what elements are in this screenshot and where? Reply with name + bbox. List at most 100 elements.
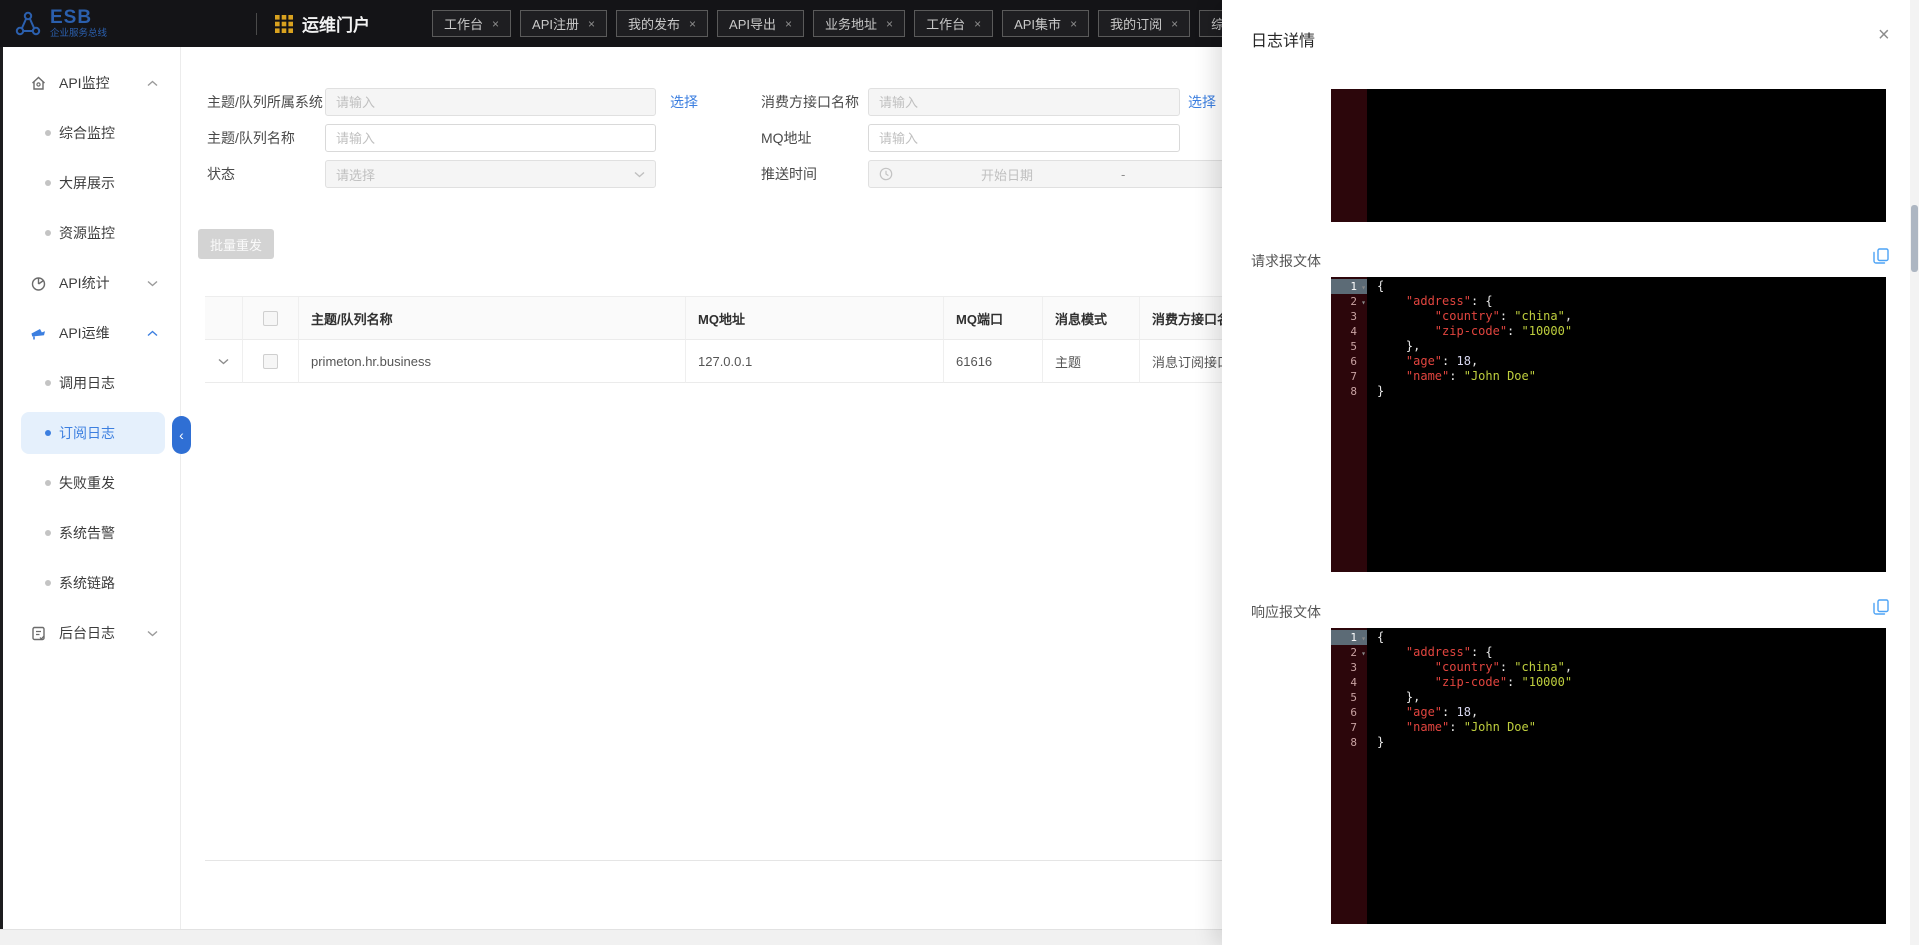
document-icon [30,625,47,642]
request-body-label: 请求报文体 [1251,251,1321,271]
portal-title: 运维门户 [302,11,370,36]
nav-tab-api-market[interactable]: API集市× [1002,10,1089,37]
bullet-icon [45,530,51,536]
filter-label-status: 状态 [207,160,235,188]
main-content: 主题/队列所属系统 选择 消费方接口名称 选择 主题/队列名称 MQ地址 状态 … [181,47,1222,929]
filter-label-topic-name: 主题/队列名称 [207,124,295,152]
nav-tab-api-register[interactable]: API注册× [520,10,607,37]
chevron-down-icon [634,171,645,178]
push-time-range-picker[interactable]: 开始日期 - [868,160,1228,188]
expand-column-header [205,297,243,340]
select-all-checkbox[interactable] [263,311,278,326]
consumer-api-select-link[interactable]: 选择 [1188,88,1216,116]
nav-tab-my-subscription[interactable]: 我的订阅× [1098,10,1190,37]
pie-chart-icon [30,275,47,292]
nav-tab-workbench-1[interactable]: 工作台× [432,10,511,37]
scrolled-editor-partial[interactable] [1331,89,1886,222]
nav-tab-business-address[interactable]: 业务地址× [813,10,905,37]
horizontal-scrollbar[interactable] [0,929,1222,945]
sidebar-item-system-link[interactable]: 系统链路 [3,558,180,608]
sidebar-item-big-screen[interactable]: 大屏展示 [3,158,180,208]
table-header-row: 主题/队列名称 MQ地址 MQ端口 消息模式 消费方接口名称 [205,296,1350,340]
subscription-log-table: 主题/队列名称 MQ地址 MQ端口 消息模式 消费方接口名称 primeton.… [205,296,1350,383]
chevron-down-icon [147,630,158,637]
ops-camera-icon [30,325,47,342]
request-body-editor[interactable]: 1▾{2▾ "address": {3 "country": "china",4… [1331,277,1886,572]
response-body-label: 响应报文体 [1251,602,1321,622]
grid-icon [275,15,293,33]
expand-chevron-icon[interactable] [218,358,229,365]
select-all-header-cell [243,297,299,340]
cell-topic-name: primeton.hr.business [299,340,686,383]
filter-label-push-time: 推送时间 [761,160,817,188]
sidebar-item-monitor[interactable]: 综合监控 [3,108,180,158]
tab-close-icon[interactable]: × [1070,17,1077,31]
column-header-topic-name: 主题/队列名称 [299,297,686,340]
table-row[interactable]: primeton.hr.business 127.0.0.1 61616 主题 … [205,340,1350,383]
topic-name-input[interactable] [325,124,656,152]
tab-close-icon[interactable]: × [785,17,792,31]
tab-close-icon[interactable]: × [1171,17,1178,31]
sidebar-item-subscription-log[interactable]: 订阅日志 [3,408,180,458]
chevron-up-icon [147,80,158,87]
sidebar-item-system-alert[interactable]: 系统告警 [3,508,180,558]
sidebar-group-api-statistics[interactable]: API统计 [3,258,180,308]
row-select-cell [243,340,299,383]
sidebar-group-backend-log[interactable]: 后台日志 [3,608,180,658]
sidebar-collapse-handle[interactable]: ‹ [172,416,191,454]
sidebar-item-invoke-log[interactable]: 调用日志 [3,358,180,408]
nav-tab-my-publish[interactable]: 我的发布× [616,10,708,37]
nav-tab-workbench-2[interactable]: 工作台× [914,10,993,37]
bullet-icon [45,180,51,186]
bullet-icon [45,130,51,136]
start-date-placeholder: 开始日期 [981,165,1033,184]
sidebar-group-api-monitor[interactable]: API监控 [3,58,180,108]
sidebar-item-resource-monitor[interactable]: 资源监控 [3,208,180,258]
brand-subtitle: 企业服务总线 [50,29,107,39]
cell-message-mode: 主题 [1043,340,1140,383]
drawer-title: 日志详情 [1251,27,1315,51]
cell-mq-address: 127.0.0.1 [686,340,944,383]
topic-system-select-link[interactable]: 选择 [670,88,698,116]
close-icon[interactable]: × [1878,24,1890,47]
bullet-icon [45,480,51,486]
topic-system-input[interactable] [325,88,656,116]
column-header-mq-port: MQ端口 [944,297,1043,340]
copy-icon[interactable] [1872,598,1890,616]
bullet-icon [45,580,51,586]
column-header-mq-address: MQ地址 [686,297,944,340]
tab-close-icon[interactable]: × [588,17,595,31]
esb-network-icon [14,10,42,38]
portal-block: 运维门户 [275,11,370,36]
mq-address-input[interactable] [868,124,1180,152]
chevron-up-icon [147,330,158,337]
status-select[interactable]: 请选择 [325,160,656,188]
tab-close-icon[interactable]: × [492,17,499,31]
consumer-api-input[interactable] [868,88,1180,116]
nav-tab-api-export[interactable]: API导出× [717,10,804,37]
chevron-down-icon [147,280,158,287]
home-icon [30,75,47,92]
sidebar-item-failed-resend[interactable]: 失败重发 [3,458,180,508]
tab-close-icon[interactable]: × [974,17,981,31]
bullet-icon [45,230,51,236]
batch-resend-button[interactable]: 批量重发 [198,229,274,259]
date-range-separator: - [1121,167,1125,182]
tab-close-icon[interactable]: × [689,17,696,31]
copy-icon[interactable] [1872,247,1890,265]
sidebar: API监控 综合监控 大屏展示 资源监控 API统计 API运维 调用日志 订阅… [3,47,181,929]
logo-divider [256,13,257,35]
row-expand-cell [205,340,243,383]
filter-label-topic-system: 主题/队列所属系统 [207,88,323,116]
scrollbar-thumb[interactable] [1911,205,1918,272]
column-header-message-mode: 消息模式 [1043,297,1140,340]
response-body-editor[interactable]: 1▾{2▾ "address": {3 "country": "china",4… [1331,628,1886,924]
sidebar-group-api-ops[interactable]: API运维 [3,308,180,358]
bullet-icon [45,380,51,386]
filter-label-mq-address: MQ地址 [761,124,812,152]
row-checkbox[interactable] [263,354,278,369]
clock-icon [879,167,893,181]
log-detail-drawer: 日志详情 × 请求报文体 1▾{2▾ "address": {3 "countr… [1222,0,1919,945]
tab-close-icon[interactable]: × [886,17,893,31]
vertical-scrollbar[interactable] [1910,0,1919,945]
